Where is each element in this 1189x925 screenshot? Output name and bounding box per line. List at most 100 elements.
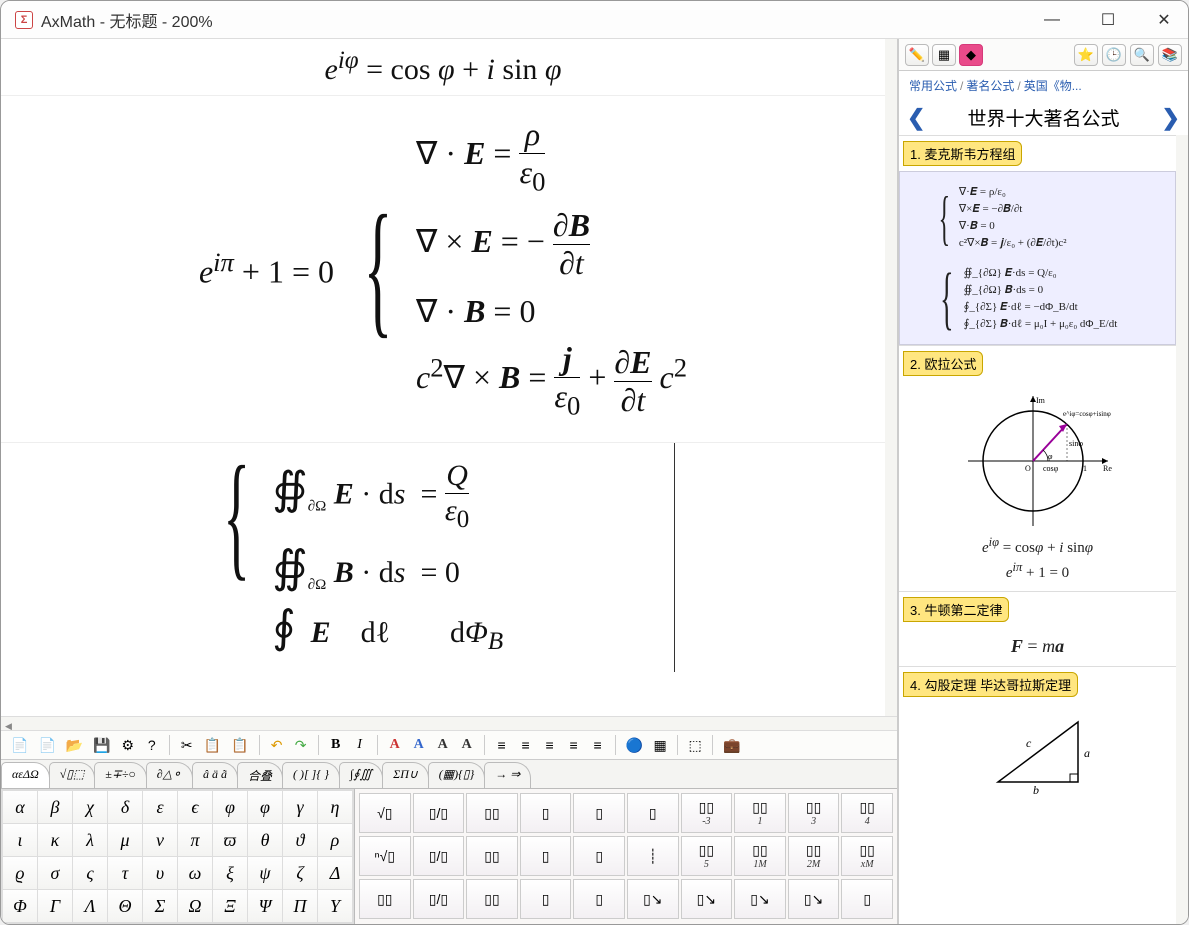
toolbar-button[interactable]: B: [325, 734, 347, 756]
library-toolbar-button[interactable]: 🕒: [1102, 44, 1126, 66]
library-toolbar-button[interactable]: 🔍: [1130, 44, 1154, 66]
symbol-tab[interactable]: αεΔΩ: [1, 762, 50, 788]
structure-template[interactable]: ▯↘: [788, 879, 840, 919]
structure-template[interactable]: ⁿ√▯: [359, 836, 411, 876]
symbol-tab[interactable]: ΣΠ∪: [382, 762, 429, 788]
structure-template[interactable]: ▯▯: [466, 836, 518, 876]
toolbar-button[interactable]: ≡: [563, 734, 585, 756]
symbol-tab[interactable]: ∂△⚬: [146, 762, 193, 788]
library-toolbar-button[interactable]: 📚: [1158, 44, 1182, 66]
formula-maxwell-int[interactable]: { ∯∂Ω E · ds = Qε0 ∯∂Ω B · ds = 0 ∮ E dℓ…: [1, 443, 885, 672]
section-pythagoras[interactable]: 4. 勾股定理 毕达哥拉斯定理 a b c: [899, 666, 1176, 802]
structure-template[interactable]: ▯: [573, 836, 625, 876]
toolbar-button[interactable]: 📄: [7, 734, 32, 756]
greek-symbol[interactable]: χ: [73, 791, 107, 823]
greek-symbol[interactable]: ε: [143, 791, 177, 823]
structure-template[interactable]: ▯: [841, 879, 893, 919]
greek-symbol[interactable]: ϱ: [3, 857, 37, 889]
greek-symbol[interactable]: ϑ: [283, 824, 317, 856]
toolbar-button[interactable]: 📂: [62, 734, 87, 756]
library-breadcrumb[interactable]: 常用公式/著名公式/英国《物...: [899, 71, 1188, 100]
structure-template[interactable]: ▯↘: [681, 879, 733, 919]
greek-symbol[interactable]: η: [318, 791, 352, 823]
structure-template[interactable]: ▯: [520, 836, 572, 876]
toolbar-button[interactable]: ≡: [491, 734, 513, 756]
toolbar-button[interactable]: ▦: [649, 734, 671, 756]
greek-symbol[interactable]: μ: [108, 824, 142, 856]
greek-symbol[interactable]: α: [3, 791, 37, 823]
library-toolbar-button[interactable]: ▦: [932, 44, 956, 66]
structure-template[interactable]: ▯▯1: [734, 793, 786, 833]
greek-symbol[interactable]: β: [38, 791, 72, 823]
formula-euler[interactable]: eiφ = cos φ + i sin φ: [1, 39, 885, 96]
greek-symbol[interactable]: Ω: [178, 890, 212, 922]
toolbar-button[interactable]: A: [384, 734, 406, 756]
prev-category-button[interactable]: ❮: [907, 105, 925, 131]
toolbar-button[interactable]: A: [432, 734, 454, 756]
structure-template[interactable]: ▯▯: [466, 879, 518, 919]
symbol-tab[interactable]: √▯⬚: [49, 762, 96, 788]
greek-symbol[interactable]: Ψ: [248, 890, 282, 922]
toolbar-button[interactable]: 📋: [200, 734, 225, 756]
greek-symbol[interactable]: ζ: [283, 857, 317, 889]
greek-symbol[interactable]: τ: [108, 857, 142, 889]
toolbar-button[interactable]: A: [408, 734, 430, 756]
greek-symbol[interactable]: Υ: [318, 890, 352, 922]
greek-symbol[interactable]: σ: [38, 857, 72, 889]
toolbar-button[interactable]: ≡: [587, 734, 609, 756]
symbol-tab[interactable]: 合叠: [237, 762, 283, 788]
structure-template[interactable]: ▯: [627, 793, 679, 833]
structure-template[interactable]: ▯: [573, 793, 625, 833]
library-toolbar-button[interactable]: ◆: [959, 44, 983, 66]
toolbar-button[interactable]: ✂: [176, 734, 198, 756]
structure-template[interactable]: ▯▯4: [841, 793, 893, 833]
greek-symbol[interactable]: φ: [248, 791, 282, 823]
library-toolbar-button[interactable]: ⭐: [1074, 44, 1098, 66]
structure-template[interactable]: ┊: [627, 836, 679, 876]
structure-template[interactable]: ▯↘: [627, 879, 679, 919]
greek-symbol[interactable]: κ: [38, 824, 72, 856]
vertical-scrollbar[interactable]: [885, 39, 897, 716]
symbol-tab[interactable]: ∫∮∭: [339, 762, 383, 788]
toolbar-button[interactable]: I: [349, 734, 371, 756]
symbol-tab[interactable]: (▦){▯}: [428, 762, 486, 788]
close-button[interactable]: ✕: [1154, 10, 1174, 30]
structure-template[interactable]: ▯▯xM: [841, 836, 893, 876]
greek-symbol[interactable]: Θ: [108, 890, 142, 922]
toolbar-button[interactable]: A: [456, 734, 478, 756]
structure-template[interactable]: ▯▯1M: [734, 836, 786, 876]
greek-symbol[interactable]: φ: [213, 791, 247, 823]
greek-symbol[interactable]: ι: [3, 824, 37, 856]
section-euler[interactable]: 2. 欧拉公式: [899, 345, 1176, 591]
toolbar-button[interactable]: ⚙: [117, 734, 139, 756]
formula-maxwell-diff[interactable]: eiπ + 1 = 0 { ∇ · E = ρε0 ∇ × E = − ∂B∂t…: [1, 96, 885, 443]
greek-symbol[interactable]: Λ: [73, 890, 107, 922]
structure-template[interactable]: ▯: [573, 879, 625, 919]
symbol-tab[interactable]: ( )[ ]{ }: [282, 762, 340, 788]
next-category-button[interactable]: ❯: [1162, 105, 1180, 131]
toolbar-button[interactable]: 💼: [719, 734, 744, 756]
structure-template[interactable]: ▯/▯: [413, 879, 465, 919]
symbol-tab[interactable]: ±∓÷○: [94, 762, 146, 788]
structure-template[interactable]: ▯▯: [359, 879, 411, 919]
greek-symbol[interactable]: ρ: [318, 824, 352, 856]
toolbar-button[interactable]: ?: [141, 734, 163, 756]
greek-symbol[interactable]: ψ: [248, 857, 282, 889]
greek-symbol[interactable]: ω: [178, 857, 212, 889]
greek-symbol[interactable]: γ: [283, 791, 317, 823]
structure-template[interactable]: ▯▯: [466, 793, 518, 833]
toolbar-button[interactable]: 💾: [89, 734, 114, 756]
greek-symbol[interactable]: ν: [143, 824, 177, 856]
structure-template[interactable]: ▯/▯: [413, 836, 465, 876]
symbol-tab[interactable]: â ä ã: [192, 762, 238, 788]
toolbar-button[interactable]: ↷: [290, 734, 312, 756]
greek-symbol[interactable]: Σ: [143, 890, 177, 922]
structure-template[interactable]: ▯: [520, 879, 572, 919]
greek-symbol[interactable]: λ: [73, 824, 107, 856]
structure-template[interactable]: √▯: [359, 793, 411, 833]
section-newton[interactable]: 3. 牛顿第二定律 F = ma: [899, 591, 1176, 666]
greek-symbol[interactable]: ξ: [213, 857, 247, 889]
greek-symbol[interactable]: π: [178, 824, 212, 856]
toolbar-button[interactable]: ≡: [515, 734, 537, 756]
structure-template[interactable]: ▯▯-3: [681, 793, 733, 833]
